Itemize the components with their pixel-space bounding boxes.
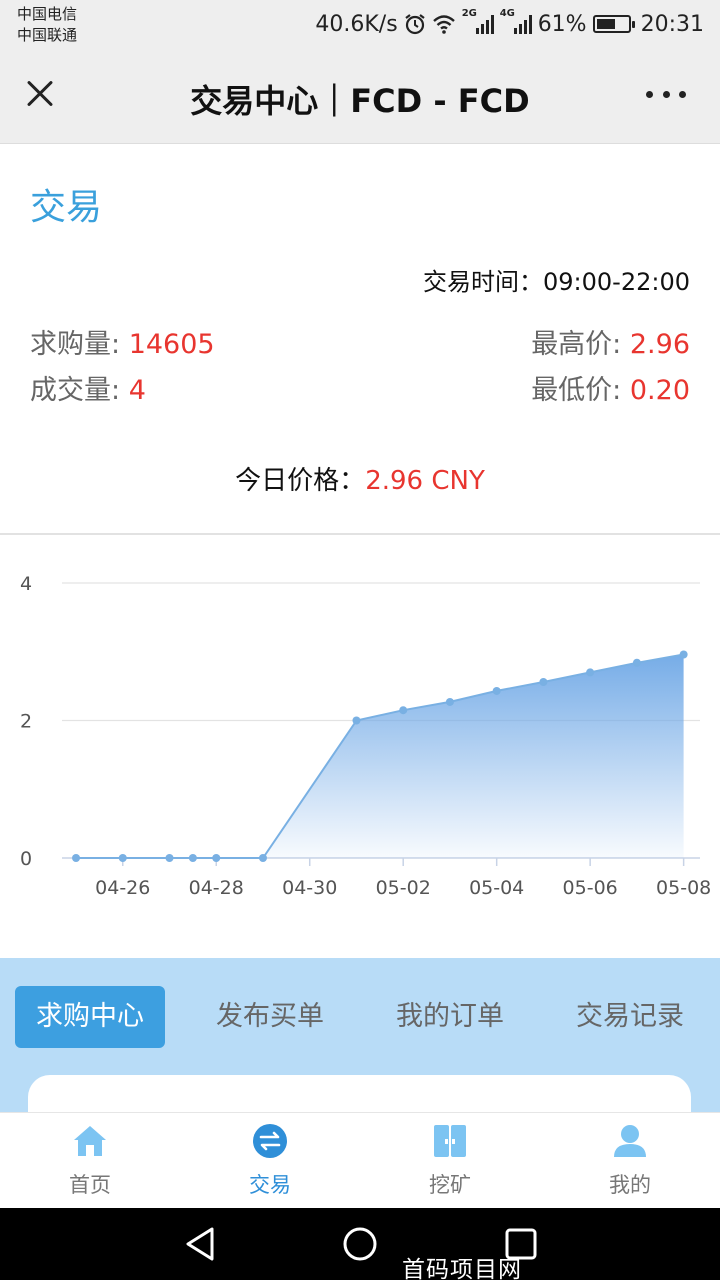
carrier-1: 中国电信 xyxy=(17,5,78,23)
data-point xyxy=(679,650,688,659)
nav-label-mining: 挖矿 xyxy=(429,1173,471,1197)
carrier-2: 中国联通 xyxy=(17,26,78,44)
high-price-value: 2.96 xyxy=(629,329,690,360)
data-point xyxy=(539,678,548,686)
y-tick-label: 2 xyxy=(20,711,32,733)
deal-volume-label: 成交量: xyxy=(30,375,129,406)
y-tick-label: 0 xyxy=(20,848,32,870)
buy-volume-label: 求购量: xyxy=(30,329,129,360)
home-circle-icon[interactable] xyxy=(342,1226,378,1262)
nav-item-trade[interactable]: 交易 xyxy=(180,1113,360,1209)
high-price: 最高价: 2.96 xyxy=(531,322,690,361)
series-area xyxy=(76,654,684,858)
deal-volume: 成交量: 4 xyxy=(30,368,146,407)
net-speed: 40.6K/s xyxy=(315,11,398,37)
tab-my-orders[interactable]: 我的订单 xyxy=(375,986,525,1048)
battery-percent: 61% xyxy=(537,11,587,37)
x-tick-label: 04-28 xyxy=(189,877,244,899)
watermark-text: 首码项目网 www.E318.com xyxy=(402,1257,522,1280)
low-price-value: 0.20 xyxy=(629,375,690,406)
signal-2g-icon: 2G xyxy=(462,8,494,34)
status-indicators: 40.6K/s 2G 4G 61% 20:31 xyxy=(315,8,704,38)
high-price-label: 最高价: xyxy=(531,329,630,360)
tab-post-buy-order[interactable]: 发布买单 xyxy=(195,986,345,1048)
tab-trade-records[interactable]: 交易记录 xyxy=(555,986,705,1048)
section-title: 交易 xyxy=(30,187,103,228)
x-tick-label: 05-02 xyxy=(376,877,431,899)
tab-buy-center[interactable]: 求购中心 xyxy=(15,986,165,1048)
x-tick-label: 05-04 xyxy=(469,877,524,899)
buy-volume: 求购量: 14605 xyxy=(30,322,215,361)
mining-icon xyxy=(434,1125,466,1157)
back-icon[interactable] xyxy=(184,1226,216,1262)
trade-time-label: 交易时间： xyxy=(423,268,543,296)
user-icon xyxy=(614,1125,646,1157)
nav-label-home: 首页 xyxy=(69,1173,111,1197)
price-chart: 0 2 4 04-26 04-28 04-30 05-02 05-04 05-06 05-08 xyxy=(20,573,711,899)
data-point xyxy=(72,854,81,862)
alarm-icon xyxy=(405,14,425,35)
nav-item-home[interactable]: 首页 xyxy=(0,1113,180,1209)
data-point xyxy=(258,854,267,862)
page-title: 交易中心｜FCD - FCD xyxy=(190,82,530,120)
nav-item-mine[interactable]: 我的 xyxy=(540,1113,720,1209)
y-tick-label: 4 xyxy=(20,573,32,595)
today-price-value: 2.96 CNY xyxy=(365,466,485,496)
data-point xyxy=(399,706,408,715)
data-point xyxy=(352,716,361,725)
data-point xyxy=(586,668,595,677)
data-point xyxy=(445,697,454,706)
signal-2g-tag: 2G xyxy=(461,8,477,19)
buy-volume-value: 14605 xyxy=(128,329,215,360)
deal-volume-value: 4 xyxy=(128,375,146,406)
nav-label-mine: 我的 xyxy=(609,1173,651,1197)
carrier-names: 中国电信 中国联通 xyxy=(17,4,77,46)
data-point xyxy=(212,854,221,862)
title-bar: 交易中心｜FCD - FCD xyxy=(0,48,720,144)
x-tick-label: 05-08 xyxy=(656,877,711,899)
divider xyxy=(0,533,720,535)
data-point xyxy=(632,658,641,667)
bottom-nav: 首页 交易 挖矿 我的 xyxy=(0,1112,720,1208)
exchange-icon xyxy=(253,1124,287,1158)
low-price: 最低价: 0.20 xyxy=(531,368,690,407)
data-point xyxy=(492,686,501,695)
data-point xyxy=(118,854,127,862)
clock: 20:31 xyxy=(640,11,704,37)
status-bar: 中国电信 中国联通 40.6K/s 2G 4G 61% 20:31 xyxy=(0,0,720,48)
today-price: 今日价格：2.96 CNY xyxy=(0,460,720,497)
x-tick-label: 05-06 xyxy=(563,877,618,899)
trade-time: 交易时间：09:00-22:00 xyxy=(423,262,690,297)
low-price-label: 最低价: xyxy=(531,375,630,406)
data-point xyxy=(188,854,197,862)
tab-bar: 求购中心 发布买单 我的订单 交易记录 xyxy=(15,986,715,1048)
today-price-label: 今日价格： xyxy=(235,466,366,496)
nav-item-mining[interactable]: 挖矿 xyxy=(360,1113,540,1209)
signal-4g-icon: 4G xyxy=(500,8,532,34)
x-tick-label: 04-26 xyxy=(95,877,150,899)
data-point xyxy=(165,854,174,862)
trade-time-value: 09:00-22:00 xyxy=(543,268,690,296)
wifi-icon xyxy=(432,15,455,34)
battery-icon xyxy=(592,15,635,33)
more-icon[interactable] xyxy=(646,82,686,106)
home-icon xyxy=(74,1126,106,1156)
x-tick-label: 04-30 xyxy=(282,877,337,899)
signal-4g-tag: 4G xyxy=(499,8,515,19)
nav-label-trade: 交易 xyxy=(249,1173,291,1197)
